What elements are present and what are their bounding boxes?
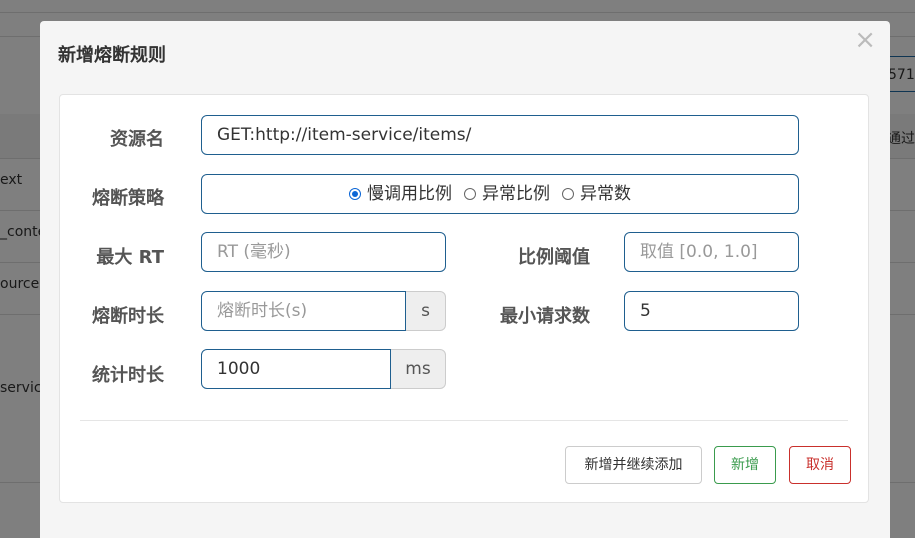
circuit-breaker-rule-dialog: 新增熔断规则 × 资源名 GET:http://item-service/ite… (40, 21, 890, 538)
rule-form-panel: 资源名 GET:http://item-service/items/ 熔断策略 … (59, 94, 869, 503)
radio-unchecked-icon[interactable] (464, 188, 476, 200)
add-button[interactable]: 新增 (714, 446, 776, 484)
radio-slow-call-ratio[interactable]: 慢调用比例 (349, 175, 452, 213)
stat-duration-label: 统计时长 (92, 365, 164, 386)
resource-name-label: 资源名 (110, 129, 164, 150)
radio-error-ratio[interactable]: 异常比例 (464, 175, 550, 213)
min-request-label: 最小请求数 (500, 306, 590, 327)
radio-label: 异常比例 (482, 184, 550, 204)
ratio-threshold-label: 比例阈值 (518, 247, 590, 268)
strategy-label: 熔断策略 (92, 188, 164, 209)
stat-duration-input[interactable]: 1000 (201, 349, 391, 389)
break-duration-input[interactable]: 熔断时长(s) (201, 291, 406, 331)
add-and-continue-button[interactable]: 新增并继续添加 (565, 446, 702, 484)
radio-error-count[interactable]: 异常数 (562, 175, 631, 213)
radio-label: 异常数 (580, 184, 631, 204)
break-duration-label: 熔断时长 (92, 306, 164, 327)
max-rt-label: 最大 RT (96, 247, 164, 268)
break-duration-unit: s (406, 291, 446, 331)
max-rt-input[interactable]: RT (毫秒) (201, 232, 446, 272)
radio-checked-icon[interactable] (349, 188, 361, 200)
strategy-radio-group: 慢调用比例 异常比例 异常数 (349, 175, 643, 213)
dialog-title: 新增熔断规则 (58, 45, 166, 66)
cancel-button[interactable]: 取消 (789, 446, 851, 484)
stat-duration-unit: ms (391, 349, 446, 389)
close-icon[interactable]: × (854, 27, 876, 53)
radio-label: 慢调用比例 (367, 184, 452, 204)
radio-unchecked-icon[interactable] (562, 188, 574, 200)
footer-divider (80, 420, 848, 421)
min-request-input[interactable]: 5 (624, 291, 799, 331)
resource-name-input[interactable]: GET:http://item-service/items/ (201, 115, 799, 155)
ratio-threshold-input[interactable]: 取值 [0.0, 1.0] (624, 232, 799, 272)
strategy-radio-box: 慢调用比例 异常比例 异常数 (201, 174, 799, 214)
